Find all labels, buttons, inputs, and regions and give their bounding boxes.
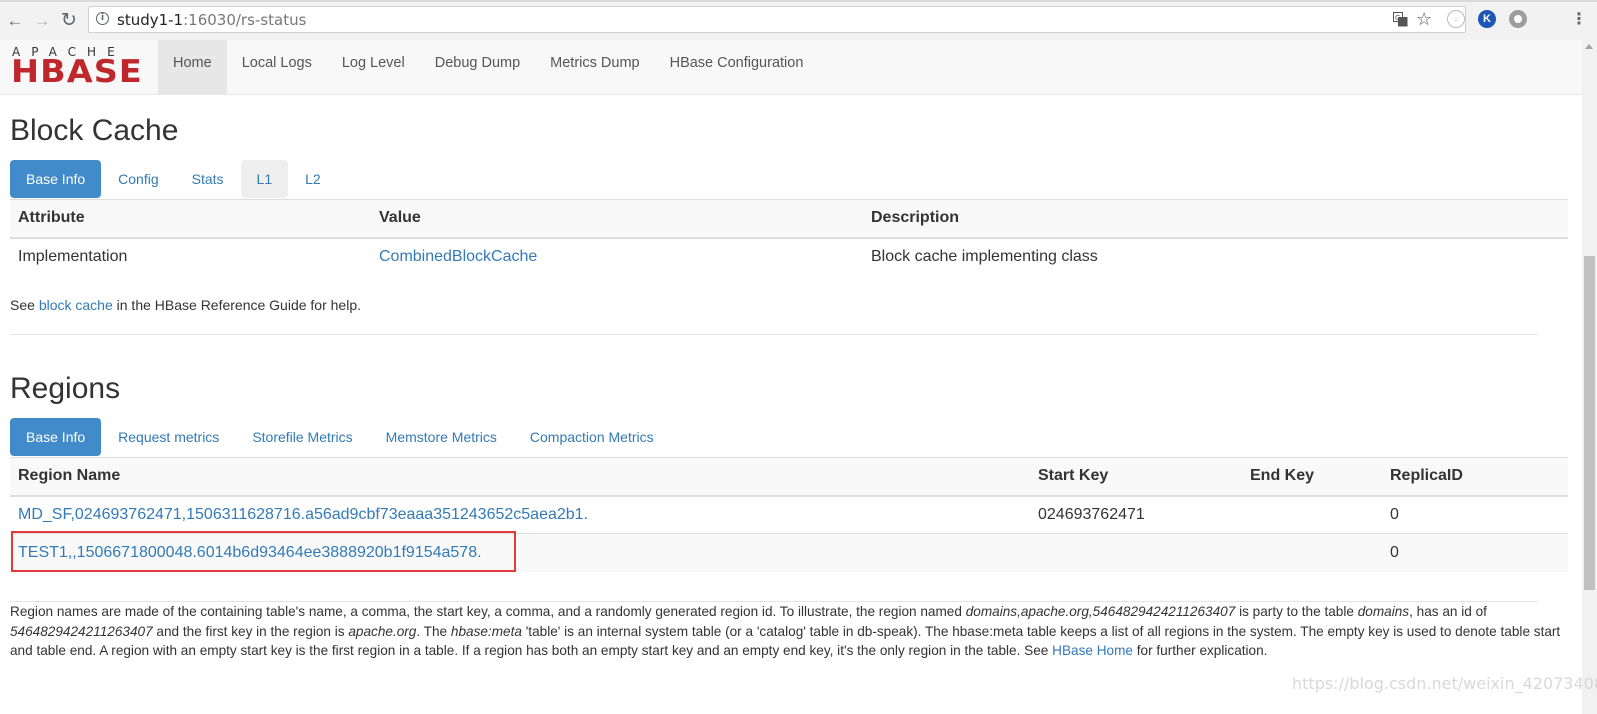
reload-icon[interactable]: ↻	[58, 9, 80, 31]
cell-end-key	[1242, 495, 1382, 534]
bookmark-star-icon[interactable]: ☆	[1416, 9, 1432, 30]
block-cache-help-text: See block cache in the HBase Reference G…	[10, 297, 362, 313]
cell-description: Block cache implementing class	[863, 237, 1568, 276]
block-cache-table: Attribute Value Description Implementati…	[10, 199, 1568, 276]
tab-memstore-metrics[interactable]: Memstore Metrics	[370, 418, 513, 456]
extension-k-icon[interactable]: K	[1478, 10, 1496, 28]
column-header-value: Value	[371, 199, 863, 239]
table-row: Implementation CombinedBlockCache Block …	[10, 237, 1568, 276]
nav-log-level[interactable]: Log Level	[327, 40, 420, 94]
hbase-navbar: APACHE HBASE Home Local Logs Log Level D…	[0, 40, 1582, 95]
column-header-end-key: End Key	[1242, 457, 1382, 497]
nav-local-logs[interactable]: Local Logs	[227, 40, 327, 94]
block-cache-title: Block Cache	[10, 114, 179, 147]
scroll-up-icon[interactable]	[1585, 44, 1593, 49]
column-header-description: Description	[863, 199, 1568, 239]
cell-end-key	[1242, 533, 1382, 572]
tab-block-cache-config[interactable]: Config	[102, 160, 174, 198]
forward-arrow-icon[interactable]: →	[31, 9, 53, 31]
region-name-link[interactable]: MD_SF,024693762471,1506311628716.a56ad9c…	[18, 506, 588, 523]
column-header-attribute: Attribute	[10, 199, 371, 239]
nav-menu: Home Local Logs Log Level Debug Dump Met…	[158, 40, 818, 94]
block-cache-tabs: Base Info Config Stats L1 L2	[10, 160, 338, 198]
tab-storefile-metrics[interactable]: Storefile Metrics	[236, 418, 368, 456]
url-text[interactable]: study1-1:16030/rs-status	[117, 11, 306, 29]
cell-replica-id: 0	[1382, 495, 1568, 534]
info-icon[interactable]: i	[96, 12, 109, 25]
extension-circle-icon[interactable]: ○	[1447, 10, 1465, 28]
tab-block-cache-stats[interactable]: Stats	[176, 160, 240, 198]
column-header-replica-id: ReplicaID	[1382, 457, 1568, 497]
cell-replica-id: 0	[1382, 533, 1568, 572]
cell-attribute: Implementation	[10, 237, 371, 276]
tab-compaction-metrics[interactable]: Compaction Metrics	[514, 418, 670, 456]
scrollbar-thumb[interactable]	[1584, 256, 1595, 590]
table-row: MD_SF,024693762471,1506311628716.a56ad9c…	[10, 495, 1568, 534]
cell-start-key: 024693762471	[1030, 495, 1242, 534]
translate-icon[interactable]: G	[1393, 12, 1408, 32]
page-scrollbar[interactable]	[1582, 40, 1597, 714]
regions-title: Regions	[10, 372, 121, 405]
section-divider	[10, 334, 1538, 335]
svg-text:G: G	[1395, 14, 1400, 22]
cell-start-key	[1030, 533, 1242, 572]
hbase-logo[interactable]: APACHE HBASE	[11, 45, 145, 90]
hbase-home-link[interactable]: HBase Home	[1052, 643, 1133, 658]
tab-block-cache-l1[interactable]: L1	[240, 160, 289, 198]
table-header-row: Attribute Value Description	[10, 199, 1568, 239]
tab-block-cache-l2[interactable]: L2	[289, 160, 337, 198]
table-header-row: Region Name Start Key End Key ReplicaID	[10, 457, 1568, 497]
watermark-text: https://blog.csdn.net/weixin_42073408	[1292, 674, 1597, 693]
tab-strip	[0, 0, 1597, 2]
address-bar[interactable]: i study1-1:16030/rs-status G ☆	[88, 6, 1466, 33]
nav-debug-dump[interactable]: Debug Dump	[420, 40, 535, 94]
tab-request-metrics[interactable]: Request metrics	[102, 418, 235, 456]
tab-regions-base-info[interactable]: Base Info	[10, 418, 102, 456]
nav-metrics-dump[interactable]: Metrics Dump	[535, 40, 654, 94]
column-header-start-key: Start Key	[1030, 457, 1242, 497]
menu-dots-icon[interactable]: ⋮	[1568, 9, 1590, 31]
browser-toolbar: ← → ↻ i study1-1:16030/rs-status G ☆ ○ K…	[0, 0, 1597, 41]
nav-hbase-configuration[interactable]: HBase Configuration	[655, 40, 819, 94]
back-arrow-icon[interactable]: ←	[4, 9, 26, 31]
highlight-annotation-box	[11, 531, 516, 572]
regions-explanation: Region names are made of the containing …	[10, 604, 1561, 658]
nav-home[interactable]: Home	[158, 40, 227, 94]
block-cache-implementation-link[interactable]: CombinedBlockCache	[379, 248, 537, 265]
regions-tabs: Base Info Request metrics Storefile Metr…	[10, 418, 671, 456]
tab-block-cache-base-info[interactable]: Base Info	[10, 160, 102, 198]
column-header-region-name: Region Name	[10, 457, 1030, 497]
block-cache-guide-link[interactable]: block cache	[39, 297, 113, 313]
extension-gray-icon[interactable]	[1509, 10, 1527, 28]
